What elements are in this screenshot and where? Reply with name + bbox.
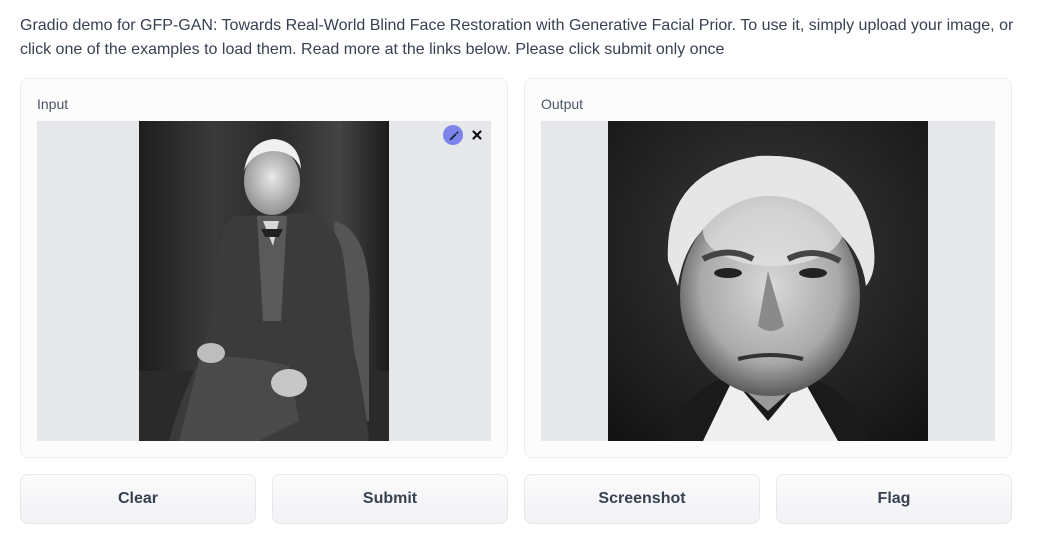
input-label: Input <box>37 96 69 112</box>
output-image <box>608 121 928 441</box>
close-icon <box>472 130 482 140</box>
output-panel: Output <box>524 78 1012 458</box>
input-image <box>139 121 389 441</box>
flag-button[interactable]: Flag <box>776 474 1012 524</box>
app-description: Gradio demo for GFP-GAN: Towards Real-Wo… <box>20 17 1014 58</box>
pencil-icon <box>449 130 458 140</box>
clear-button[interactable]: Clear <box>20 474 256 524</box>
input-image-dropzone[interactable] <box>37 121 491 441</box>
remove-image-button[interactable] <box>467 125 487 145</box>
output-image-area <box>541 121 995 441</box>
output-label: Output <box>541 96 584 112</box>
submit-button[interactable]: Submit <box>272 474 508 524</box>
edit-image-button[interactable] <box>443 125 463 145</box>
screenshot-button[interactable]: Screenshot <box>524 474 760 524</box>
input-panel: Input <box>20 78 508 458</box>
